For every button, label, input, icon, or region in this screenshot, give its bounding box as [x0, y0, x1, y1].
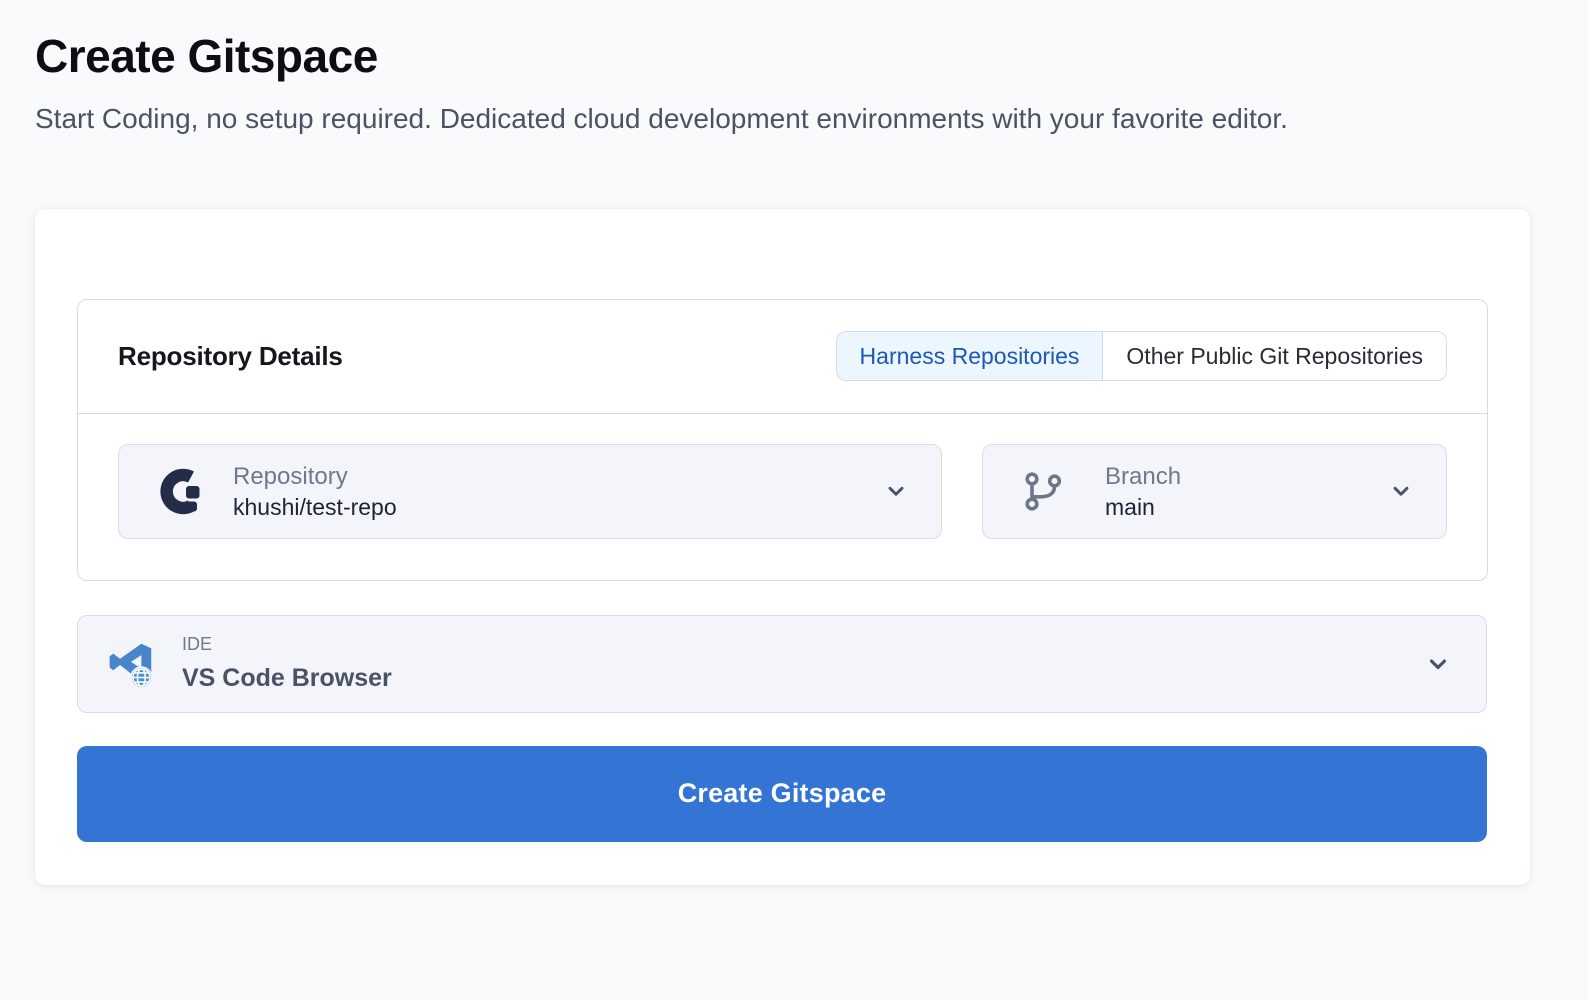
chevron-down-icon [1424, 650, 1452, 678]
git-branch-icon [1021, 468, 1067, 514]
harness-code-icon [155, 466, 205, 516]
gitspace-form-card: Repository Details Harness Repositories … [35, 209, 1530, 885]
tab-other-public-git-repositories[interactable]: Other Public Git Repositories [1103, 332, 1446, 380]
ide-label: IDE [182, 635, 1424, 655]
chevron-down-icon [1388, 478, 1414, 504]
vscode-browser-icon [106, 638, 158, 690]
create-gitspace-button[interactable]: Create Gitspace [77, 746, 1487, 842]
repository-details-header: Repository Details Harness Repositories … [78, 300, 1487, 414]
repository-select-text: Repository khushi/test-repo [233, 464, 883, 519]
repository-details-section: Repository Details Harness Repositories … [77, 299, 1488, 581]
branch-label: Branch [1105, 464, 1388, 489]
page-title: Create Gitspace [35, 30, 1532, 83]
repository-source-toggle: Harness Repositories Other Public Git Re… [836, 331, 1447, 381]
branch-value: main [1105, 495, 1388, 519]
repository-value: khushi/test-repo [233, 495, 883, 519]
page-subtitle: Start Coding, no setup required. Dedicat… [35, 99, 1495, 139]
chevron-down-icon [883, 478, 909, 504]
ide-select-text: IDE VS Code Browser [182, 635, 1424, 693]
branch-select-text: Branch main [1105, 464, 1388, 519]
ide-select[interactable]: IDE VS Code Browser [77, 615, 1487, 713]
branch-select[interactable]: Branch main [982, 444, 1447, 539]
repository-select[interactable]: Repository khushi/test-repo [118, 444, 942, 539]
repository-label: Repository [233, 464, 883, 489]
repository-details-heading: Repository Details [118, 341, 343, 372]
create-gitspace-page: Create Gitspace Start Coding, no setup r… [0, 30, 1588, 885]
tab-harness-repositories[interactable]: Harness Repositories [837, 332, 1104, 380]
ide-value: VS Code Browser [182, 664, 1424, 693]
repository-details-content: Repository khushi/test-repo [78, 414, 1487, 539]
